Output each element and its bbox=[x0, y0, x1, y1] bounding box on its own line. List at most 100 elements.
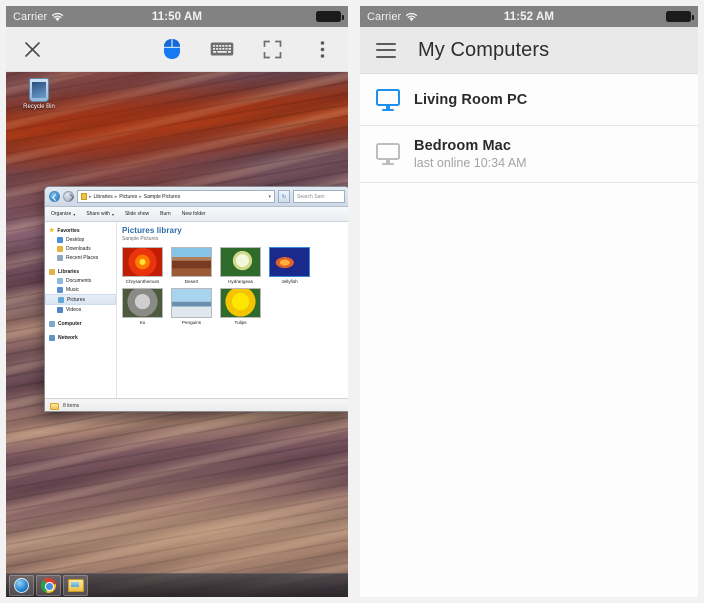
more-vertical-icon bbox=[320, 40, 325, 59]
battery-full-icon bbox=[666, 11, 691, 22]
file-explorer-icon bbox=[68, 579, 84, 592]
thumbnail-item[interactable]: Tulips bbox=[220, 288, 261, 325]
breadcrumb-item-sample-pictures[interactable]: Sample Pictures bbox=[144, 194, 180, 200]
carrier-label: Carrier bbox=[13, 11, 47, 23]
thumbnail-item[interactable]: Jellyfish bbox=[269, 247, 310, 284]
forward-arrow-icon[interactable] bbox=[63, 191, 74, 202]
thumbnail-image-chrysanthemum bbox=[122, 247, 163, 277]
breadcrumb-item-libraries[interactable]: Libraries bbox=[94, 194, 113, 200]
carrier-label: Carrier bbox=[367, 11, 401, 23]
chevron-down-icon: ▾ bbox=[112, 212, 114, 217]
nav-item-pictures-label: Pictures bbox=[67, 297, 85, 303]
chevron-down-icon[interactable]: ▾ bbox=[268, 194, 271, 200]
command-organize[interactable]: Organize ▾ bbox=[51, 211, 75, 217]
list-item-living-room-pc[interactable]: Living Room PC bbox=[360, 74, 698, 126]
nav-group-favorites[interactable]: ★ Favorites bbox=[45, 226, 116, 235]
breadcrumb[interactable]: ▸ Libraries ▸ Pictures ▸ Sample Pictures… bbox=[77, 190, 275, 203]
internet-explorer-icon bbox=[14, 578, 29, 593]
keyboard-button[interactable] bbox=[210, 37, 234, 61]
explorer-content-pane: Pictures library Sample Pictures Chrysan… bbox=[117, 222, 348, 398]
breadcrumb-item-pictures[interactable]: Pictures bbox=[119, 194, 137, 200]
refresh-icon[interactable]: ↻ bbox=[278, 190, 290, 203]
star-icon: ★ bbox=[49, 228, 54, 234]
nav-item-pictures[interactable]: Pictures bbox=[45, 294, 116, 305]
thumbnail-item[interactable]: Hydrangeas bbox=[220, 247, 261, 284]
list-item-bedroom-mac[interactable]: Bedroom Mac last online 10:34 AM bbox=[360, 126, 698, 183]
library-title: Pictures library bbox=[122, 226, 344, 235]
nav-item-recent-places[interactable]: Recent Places bbox=[45, 253, 116, 262]
computer-name: Bedroom Mac bbox=[414, 138, 527, 154]
computer-icon bbox=[49, 321, 55, 327]
monitor-icon bbox=[376, 143, 400, 165]
nav-item-music-label: Music bbox=[66, 287, 79, 293]
thumbnail-item[interactable]: Penguins bbox=[171, 288, 212, 325]
command-new-folder[interactable]: New folder bbox=[182, 211, 206, 217]
command-share-with-label: Share with bbox=[86, 211, 110, 217]
nav-item-computer[interactable]: Computer bbox=[45, 319, 116, 328]
mouse-icon bbox=[163, 38, 181, 60]
command-organize-label: Organize bbox=[51, 211, 71, 217]
back-arrow-icon[interactable] bbox=[49, 191, 60, 202]
desktop-icon-recycle-bin[interactable]: Recycle Bin bbox=[11, 78, 67, 111]
nav-item-network[interactable]: Network bbox=[45, 333, 116, 342]
command-share-with[interactable]: Share with ▾ bbox=[86, 211, 114, 217]
right-phone-screen: Carrier 11:52 AM My Computers bbox=[360, 6, 698, 597]
computer-list: Living Room PC Bedroom Mac last online 1… bbox=[360, 74, 698, 597]
remote-desktop-canvas[interactable]: Recycle Bin ▸ Libraries ▸ Pictures ▸ Sam… bbox=[6, 72, 348, 597]
status-bar-right bbox=[666, 11, 691, 22]
mouse-mode-button[interactable] bbox=[160, 37, 184, 61]
thumbnail-image-penguins bbox=[171, 288, 212, 318]
windows-explorer-window[interactable]: ▸ Libraries ▸ Pictures ▸ Sample Pictures… bbox=[44, 186, 348, 412]
folder-icon bbox=[81, 193, 87, 200]
taskbar-chrome[interactable] bbox=[36, 575, 61, 596]
explorer-body: ★ Favorites Desktop Downloads bbox=[45, 222, 348, 398]
pictures-library-icon bbox=[58, 297, 64, 303]
taskbar-file-explorer[interactable] bbox=[63, 575, 88, 596]
documents-library-icon bbox=[57, 278, 63, 284]
chrome-icon bbox=[41, 578, 56, 593]
thumbnail-item[interactable]: Desert bbox=[171, 247, 212, 284]
library-icon bbox=[49, 269, 55, 275]
desktop-folder-icon bbox=[57, 237, 63, 243]
network-icon bbox=[49, 335, 55, 341]
thumbnail-label: Chrysanthemum bbox=[122, 279, 163, 284]
explorer-status-bar: 8 items bbox=[45, 398, 348, 412]
thumbnail-label: Desert bbox=[171, 279, 212, 284]
wifi-icon bbox=[51, 12, 64, 22]
nav-item-desktop[interactable]: Desktop bbox=[45, 235, 116, 244]
breadcrumb-separator-2: ▸ bbox=[139, 194, 142, 200]
command-burn[interactable]: Burn bbox=[160, 211, 171, 217]
remote-desktop-toolbar bbox=[6, 27, 348, 72]
thumbnail-label: Hydrangeas bbox=[220, 279, 261, 284]
right-status-bar: Carrier 11:52 AM bbox=[360, 6, 698, 27]
command-slide-show[interactable]: Slide show bbox=[125, 211, 149, 217]
thumbnail-label: Penguins bbox=[171, 320, 212, 325]
nav-item-music[interactable]: Music bbox=[45, 285, 116, 294]
nav-group-libraries[interactable]: Libraries bbox=[45, 267, 116, 276]
nav-item-computer-label: Computer bbox=[58, 321, 82, 327]
folder-icon bbox=[50, 403, 59, 410]
item-count-label: 8 items bbox=[63, 403, 79, 409]
nav-group-libraries-label: Libraries bbox=[58, 269, 79, 275]
nav-item-videos[interactable]: Videos bbox=[45, 305, 116, 314]
search-input[interactable]: Search Sam bbox=[293, 190, 345, 203]
overflow-menu-button[interactable] bbox=[310, 37, 334, 61]
thumbnail-label: Tulips bbox=[220, 320, 261, 325]
nav-item-videos-label: Videos bbox=[66, 307, 81, 313]
nav-item-documents-label: Documents bbox=[66, 278, 91, 284]
explorer-address-bar: ▸ Libraries ▸ Pictures ▸ Sample Pictures… bbox=[45, 187, 348, 207]
taskbar-internet-explorer[interactable] bbox=[9, 575, 34, 596]
status-bar-right bbox=[316, 11, 341, 22]
breadcrumb-separator-0: ▸ bbox=[89, 194, 92, 200]
explorer-command-bar: Organize ▾ Share with ▾ Slide show Burn bbox=[45, 207, 348, 222]
thumbnail-image-jellyfish bbox=[269, 247, 310, 277]
hamburger-menu-icon[interactable] bbox=[376, 43, 396, 58]
nav-item-downloads[interactable]: Downloads bbox=[45, 244, 116, 253]
nav-item-documents[interactable]: Documents bbox=[45, 276, 116, 285]
fullscreen-button[interactable] bbox=[260, 37, 284, 61]
thumbnail-image-tulips bbox=[220, 288, 261, 318]
close-button[interactable] bbox=[20, 37, 44, 61]
thumbnail-item[interactable]: Ko bbox=[122, 288, 163, 325]
thumbnail-item[interactable]: Chrysanthemum bbox=[122, 247, 163, 284]
left-phone-screen: Carrier 11:50 AM bbox=[6, 6, 348, 597]
